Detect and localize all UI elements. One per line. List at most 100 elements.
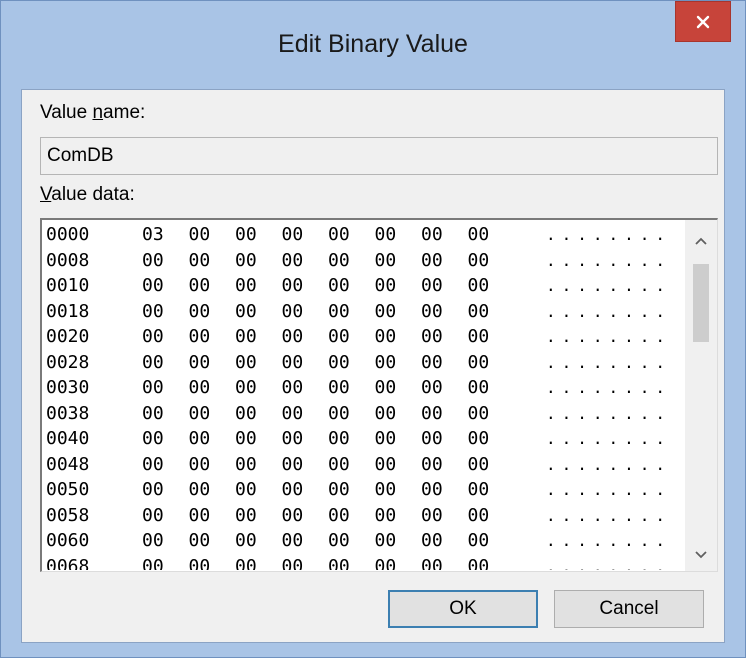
hex-row[interactable]: 0028 00 00 00 00 00 00 00 00........ xyxy=(46,350,682,376)
hex-byte[interactable]: 00 xyxy=(468,299,490,325)
hex-byte[interactable]: 00 xyxy=(328,248,350,274)
hex-byte[interactable]: 00 xyxy=(468,350,490,376)
hex-byte[interactable]: 00 xyxy=(421,222,443,248)
close-button[interactable] xyxy=(675,1,731,42)
hex-byte[interactable]: 00 xyxy=(142,324,164,350)
hex-byte[interactable]: 00 xyxy=(375,350,397,376)
hex-byte[interactable]: 00 xyxy=(142,503,164,529)
hex-byte[interactable]: 00 xyxy=(468,222,490,248)
value-name-field[interactable]: ComDB xyxy=(40,137,718,175)
hex-byte[interactable]: 00 xyxy=(235,222,257,248)
hex-byte[interactable]: 00 xyxy=(189,426,211,452)
ok-button[interactable]: OK xyxy=(388,590,538,628)
hex-byte[interactable]: 00 xyxy=(142,375,164,401)
hex-byte[interactable]: 00 xyxy=(328,299,350,325)
vertical-scrollbar[interactable] xyxy=(685,220,717,571)
hex-byte[interactable]: 00 xyxy=(235,452,257,478)
hex-byte[interactable]: 00 xyxy=(328,452,350,478)
hex-byte[interactable]: 00 xyxy=(235,401,257,427)
hex-byte[interactable]: 00 xyxy=(468,554,490,571)
scroll-down-button[interactable] xyxy=(685,540,717,570)
hex-byte[interactable]: 00 xyxy=(282,477,304,503)
hex-row[interactable]: 0068 00 00 00 00 00 00 00 00........ xyxy=(46,554,682,571)
hex-row[interactable]: 0050 00 00 00 00 00 00 00 00........ xyxy=(46,477,682,503)
hex-ascii[interactable]: ........ xyxy=(546,273,671,299)
hex-byte[interactable]: 00 xyxy=(189,299,211,325)
title-bar[interactable]: Edit Binary Value xyxy=(1,1,745,89)
hex-ascii[interactable]: ........ xyxy=(546,452,671,478)
hex-ascii[interactable]: ........ xyxy=(546,248,671,274)
hex-row[interactable]: 0038 00 00 00 00 00 00 00 00........ xyxy=(46,401,682,427)
hex-byte[interactable]: 00 xyxy=(468,248,490,274)
hex-byte[interactable]: 00 xyxy=(142,477,164,503)
hex-ascii[interactable]: ........ xyxy=(546,324,671,350)
hex-row[interactable]: 0020 00 00 00 00 00 00 00 00........ xyxy=(46,324,682,350)
hex-row[interactable]: 0048 00 00 00 00 00 00 00 00........ xyxy=(46,452,682,478)
hex-byte[interactable]: 00 xyxy=(468,401,490,427)
hex-row[interactable]: 0040 00 00 00 00 00 00 00 00........ xyxy=(46,426,682,452)
hex-byte[interactable]: 00 xyxy=(235,528,257,554)
hex-byte[interactable]: 00 xyxy=(421,375,443,401)
scroll-thumb[interactable] xyxy=(693,264,709,342)
hex-byte[interactable]: 00 xyxy=(235,299,257,325)
hex-byte[interactable]: 00 xyxy=(468,324,490,350)
hex-byte[interactable]: 00 xyxy=(375,375,397,401)
hex-row[interactable]: 0008 00 00 00 00 00 00 00 00........ xyxy=(46,248,682,274)
hex-byte[interactable]: 00 xyxy=(468,528,490,554)
hex-byte[interactable]: 00 xyxy=(421,299,443,325)
hex-byte[interactable]: 00 xyxy=(282,375,304,401)
hex-byte[interactable]: 00 xyxy=(235,324,257,350)
hex-byte[interactable]: 00 xyxy=(328,528,350,554)
hex-byte[interactable]: 00 xyxy=(421,554,443,571)
hex-byte[interactable]: 00 xyxy=(375,528,397,554)
hex-byte[interactable]: 00 xyxy=(468,375,490,401)
hex-byte[interactable]: 00 xyxy=(189,452,211,478)
hex-ascii[interactable]: ........ xyxy=(546,299,671,325)
hex-byte[interactable]: 00 xyxy=(235,554,257,571)
hex-byte[interactable]: 00 xyxy=(375,248,397,274)
hex-byte[interactable]: 00 xyxy=(421,401,443,427)
value-data-editor[interactable]: 0000 03 00 00 00 00 00 00 00........ 0008 00 00 00 00… xyxy=(40,218,718,572)
hex-byte[interactable]: 00 xyxy=(328,350,350,376)
hex-byte[interactable]: 00 xyxy=(375,299,397,325)
hex-byte[interactable]: 00 xyxy=(282,324,304,350)
hex-byte[interactable]: 00 xyxy=(189,554,211,571)
hex-byte[interactable]: 00 xyxy=(282,426,304,452)
hex-byte[interactable]: 00 xyxy=(235,350,257,376)
hex-byte[interactable]: 00 xyxy=(189,350,211,376)
hex-byte[interactable]: 00 xyxy=(375,222,397,248)
hex-byte[interactable]: 00 xyxy=(142,426,164,452)
hex-byte[interactable]: 00 xyxy=(421,350,443,376)
hex-byte[interactable]: 00 xyxy=(421,528,443,554)
hex-byte[interactable]: 00 xyxy=(421,273,443,299)
hex-byte[interactable]: 00 xyxy=(189,503,211,529)
hex-grid[interactable]: 0000 03 00 00 00 00 00 00 00........ 0008 00 00 00 00… xyxy=(46,222,682,570)
hex-byte[interactable]: 00 xyxy=(468,452,490,478)
hex-byte[interactable]: 00 xyxy=(142,401,164,427)
hex-byte[interactable]: 00 xyxy=(142,452,164,478)
hex-byte[interactable]: 00 xyxy=(328,324,350,350)
hex-byte[interactable]: 00 xyxy=(468,477,490,503)
hex-byte[interactable]: 00 xyxy=(235,273,257,299)
hex-byte[interactable]: 00 xyxy=(421,503,443,529)
hex-ascii[interactable]: ........ xyxy=(546,503,671,529)
hex-byte[interactable]: 00 xyxy=(468,503,490,529)
hex-byte[interactable]: 00 xyxy=(282,503,304,529)
scroll-up-button[interactable] xyxy=(685,226,717,256)
hex-row[interactable]: 0018 00 00 00 00 00 00 00 00........ xyxy=(46,299,682,325)
hex-ascii[interactable]: ........ xyxy=(546,477,671,503)
hex-byte[interactable]: 00 xyxy=(375,477,397,503)
hex-byte[interactable]: 00 xyxy=(282,273,304,299)
hex-byte[interactable]: 00 xyxy=(375,401,397,427)
hex-byte[interactable]: 00 xyxy=(142,554,164,571)
hex-byte[interactable]: 00 xyxy=(235,426,257,452)
hex-byte[interactable]: 00 xyxy=(282,401,304,427)
hex-byte[interactable]: 00 xyxy=(142,299,164,325)
hex-byte[interactable]: 00 xyxy=(189,528,211,554)
hex-ascii[interactable]: ........ xyxy=(546,401,671,427)
hex-byte[interactable]: 00 xyxy=(142,350,164,376)
hex-byte[interactable]: 00 xyxy=(142,528,164,554)
hex-byte[interactable]: 00 xyxy=(189,273,211,299)
hex-byte[interactable]: 00 xyxy=(328,503,350,529)
hex-byte[interactable]: 00 xyxy=(328,375,350,401)
